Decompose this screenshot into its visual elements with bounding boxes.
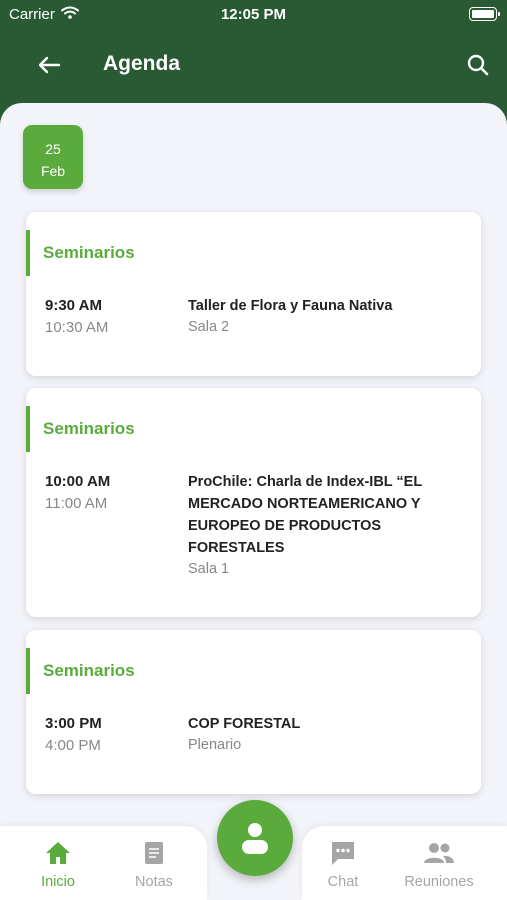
event-category: Seminarios xyxy=(26,230,135,276)
event-start-time: 3:00 PM xyxy=(45,715,102,732)
event-room: Plenario xyxy=(188,737,242,753)
arrow-left-icon xyxy=(38,56,61,74)
event-title-line: Taller de Flora y Fauna Nativa xyxy=(188,298,393,314)
nav-label: Inicio xyxy=(41,874,75,890)
back-button[interactable] xyxy=(34,50,64,80)
battery-icon xyxy=(469,7,500,21)
nav-item-notas[interactable]: Notas xyxy=(109,838,199,890)
clock: 12:05 PM xyxy=(220,6,287,23)
nav-label: Reuniones xyxy=(404,874,474,890)
event-category: Seminarios xyxy=(26,406,135,452)
search-button[interactable] xyxy=(463,50,493,80)
profile-fab-button[interactable] xyxy=(217,800,293,876)
event-end-time: 11:00 AM xyxy=(45,495,108,512)
user-icon xyxy=(242,823,268,854)
date-month: Feb xyxy=(40,163,66,179)
event-title: COP FORESTAL xyxy=(188,713,448,735)
event-title: Taller de Flora y Fauna Nativa xyxy=(188,295,448,317)
app-bar: Agenda xyxy=(0,30,507,100)
agenda-content: 25 Feb Seminarios 9:30 AM 10:30 AM Talle… xyxy=(0,103,507,900)
event-title-line: FORESTALES xyxy=(188,540,285,556)
people-icon xyxy=(424,843,454,863)
event-category: Seminarios xyxy=(26,648,135,694)
event-card[interactable]: Seminarios 10:00 AM 11:00 AM ProChile: C… xyxy=(26,388,481,617)
date-day: 25 xyxy=(45,141,61,157)
nav-item-reuniones[interactable]: Reuniones xyxy=(394,838,484,890)
event-card[interactable]: Seminarios 3:00 PM 4:00 PM COP FORESTAL … xyxy=(26,630,481,794)
page-title: Agenda xyxy=(103,52,181,75)
nav-item-inicio[interactable]: Inicio xyxy=(13,838,103,890)
date-chip[interactable]: 25 Feb xyxy=(23,125,83,189)
event-title: ProChile: Charla de Index-IBL “EL MERCAD… xyxy=(188,471,448,559)
nav-label: Chat xyxy=(327,874,359,890)
event-end-time: 4:00 PM xyxy=(45,737,101,754)
chat-icon xyxy=(332,842,354,865)
event-start-time: 9:30 AM xyxy=(45,297,102,314)
event-end-time: 10:30 AM xyxy=(45,319,109,336)
event-start-time: 10:00 AM xyxy=(45,473,111,490)
event-title-line: MERCADO NORTEAMERICANO Y xyxy=(188,496,421,512)
event-room: Sala 2 xyxy=(188,319,230,335)
nav-label: Notas xyxy=(135,874,173,890)
event-room: Sala 1 xyxy=(188,561,230,577)
status-bar: Carrier 12:05 PM xyxy=(0,0,507,30)
home-icon xyxy=(46,842,70,864)
event-title-line: COP FORESTAL xyxy=(188,716,301,732)
event-title-line: EUROPEO DE PRODUCTOS xyxy=(188,518,382,534)
event-card[interactable]: Seminarios 9:30 AM 10:30 AM Taller de Fl… xyxy=(26,212,481,376)
event-title-line: ProChile: Charla de Index-IBL “EL xyxy=(188,474,423,490)
nav-item-chat[interactable]: Chat xyxy=(298,838,388,890)
search-icon xyxy=(467,54,489,76)
notes-icon xyxy=(145,842,163,864)
